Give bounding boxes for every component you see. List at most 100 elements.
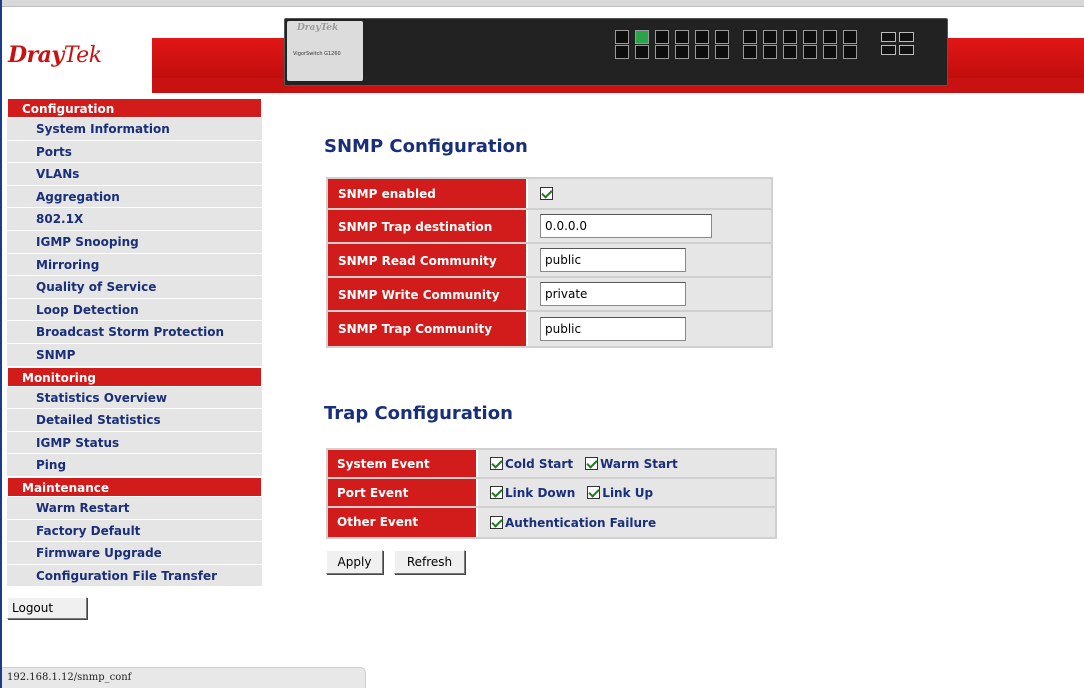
warm-start-label: Warm Start — [600, 456, 678, 471]
snmp-trap-community-cell — [528, 312, 771, 346]
switch-port-icon — [823, 30, 837, 44]
snmp-trap-destination-input[interactable] — [540, 214, 712, 238]
switch-brand-label: DrayTek — [297, 23, 339, 33]
snmp-trap-community-row: SNMP Trap Community — [328, 312, 771, 346]
cold-start-option[interactable]: Cold Start — [490, 457, 573, 471]
switch-port-icon — [615, 30, 629, 44]
switch-port-icon — [823, 45, 837, 59]
switch-port-icon — [803, 30, 817, 44]
link-up-label: Link Up — [602, 485, 654, 500]
sidebar-item-factory-default[interactable]: Factory Default — [7, 519, 262, 543]
link-up-checkbox[interactable] — [587, 486, 601, 499]
nav-section-maintenance: Maintenance — [7, 476, 262, 497]
apply-button[interactable]: Apply — [326, 550, 383, 574]
cold-start-checkbox[interactable] — [490, 457, 503, 470]
switch-brand-plate: DrayTek VigorSwitch G1260 — [287, 21, 363, 81]
snmp-trap-community-label: SNMP Trap Community — [328, 312, 528, 346]
snmp-write-community-input[interactable] — [540, 282, 686, 306]
snmp-read-community-label: SNMP Read Community — [328, 244, 528, 276]
cold-start-label: Cold Start — [505, 456, 574, 471]
port-event-cell: Link Down Link Up — [478, 479, 775, 506]
snmp-read-community-cell — [528, 244, 771, 276]
header: DrayTek VigorSwitch G1260 DrayTek VigorS… — [2, 8, 1084, 93]
switch-port-icon — [695, 45, 709, 59]
snmp-enabled-row: SNMP enabled — [328, 179, 771, 210]
sidebar-item-802-1x[interactable]: 802.1X — [7, 208, 262, 231]
sidebar-item-ports[interactable]: Ports — [7, 140, 262, 164]
sfp-port-icon — [881, 32, 896, 42]
snmp-trap-destination-row: SNMP Trap destination — [328, 210, 771, 244]
snmp-config-title: SNMP Configuration — [324, 136, 528, 157]
trap-config-table: System Event Cold Start Warm Start Port … — [326, 448, 777, 539]
warm-start-option[interactable]: Warm Start — [585, 457, 678, 471]
link-up-option[interactable]: Link Up — [587, 486, 653, 500]
nav-section-monitoring: Monitoring — [7, 366, 262, 387]
switch-port-icon — [843, 30, 857, 44]
switch-port-icon — [715, 30, 729, 44]
snmp-write-community-cell — [528, 278, 771, 310]
system-event-label: System Event — [328, 450, 478, 477]
link-down-label: Link Down — [505, 485, 576, 500]
auth-failure-option[interactable]: Authentication Failure — [490, 516, 656, 530]
sidebar-item-vlans[interactable]: VLANs — [7, 163, 262, 186]
snmp-trap-community-input[interactable] — [540, 317, 686, 341]
link-down-checkbox[interactable] — [490, 486, 503, 499]
sidebar-item-configuration-file-transfer[interactable]: Configuration File Transfer — [7, 564, 262, 588]
warm-start-checkbox[interactable] — [585, 457, 599, 470]
sidebar-item-firmware-upgrade[interactable]: Firmware Upgrade — [7, 542, 262, 565]
switch-port-icon — [675, 30, 689, 44]
other-event-cell: Authentication Failure — [478, 508, 775, 537]
switch-port-icon — [843, 45, 857, 59]
sidebar-nav: Configuration System Information Ports VLA… — [7, 98, 262, 588]
sidebar-item-quality-of-service[interactable]: Quality of Service — [7, 276, 262, 299]
switch-port-icon — [675, 45, 689, 59]
switch-port-icon — [783, 30, 797, 44]
switch-port-icon — [655, 45, 669, 59]
window-left-border — [0, 0, 2, 688]
switch-port-icon — [763, 45, 777, 59]
snmp-trap-destination-cell — [528, 210, 771, 242]
auth-failure-checkbox[interactable] — [490, 516, 503, 529]
sidebar-item-ping[interactable]: Ping — [7, 454, 262, 477]
snmp-enabled-checkbox[interactable] — [540, 187, 553, 200]
switch-port-icon — [615, 45, 629, 59]
other-event-row: Other Event Authentication Failure — [328, 508, 775, 537]
link-down-option[interactable]: Link Down — [490, 486, 575, 500]
refresh-button[interactable]: Refresh — [394, 550, 465, 574]
sidebar-item-warm-restart[interactable]: Warm Restart — [7, 496, 262, 520]
switch-port-icon — [803, 45, 817, 59]
switch-port-icon — [695, 30, 709, 44]
snmp-write-community-row: SNMP Write Community — [328, 278, 771, 312]
status-bar-url: 192.168.1.12/snmp_conf — [2, 667, 366, 688]
sfp-port-icon — [899, 45, 914, 55]
logout-button[interactable]: Logout — [7, 597, 87, 619]
sfp-port-icon — [881, 45, 896, 55]
switch-port-icon — [763, 30, 777, 44]
sidebar-item-loop-detection[interactable]: Loop Detection — [7, 298, 262, 322]
port-event-label: Port Event — [328, 479, 478, 506]
sidebar-item-system-information[interactable]: System Information — [7, 118, 262, 141]
switch-port-icon — [635, 45, 649, 59]
logo-block: DrayTek VigorSwitch G1260 — [2, 8, 152, 93]
sidebar-item-detailed-statistics[interactable]: Detailed Statistics — [7, 409, 262, 432]
sidebar-item-mirroring[interactable]: Mirroring — [7, 253, 262, 277]
sidebar-item-broadcast-storm-protection[interactable]: Broadcast Storm Protection — [7, 321, 262, 344]
port-event-row: Port Event Link Down Link Up — [328, 479, 775, 508]
snmp-write-community-label: SNMP Write Community — [328, 278, 528, 310]
nav-section-configuration: Configuration — [7, 98, 262, 118]
sidebar-item-igmp-status[interactable]: IGMP Status — [7, 431, 262, 455]
sfp-port-icon — [899, 32, 914, 42]
sidebar-item-aggregation[interactable]: Aggregation — [7, 185, 262, 209]
system-event-cell: Cold Start Warm Start — [478, 450, 775, 477]
snmp-config-table: SNMP enabled SNMP Trap destination SNMP … — [326, 177, 773, 348]
switch-front-panel-image: DrayTek VigorSwitch G1260 — [284, 18, 948, 86]
switch-port-icon — [715, 45, 729, 59]
sidebar-item-igmp-snooping[interactable]: IGMP Snooping — [7, 230, 262, 254]
system-event-row: System Event Cold Start Warm Start — [328, 450, 775, 479]
snmp-read-community-input[interactable] — [540, 248, 686, 272]
draytek-logo: DrayTek — [8, 42, 102, 68]
sidebar-item-snmp[interactable]: SNMP — [7, 343, 262, 367]
switch-port-icon — [783, 45, 797, 59]
snmp-read-community-row: SNMP Read Community — [328, 244, 771, 278]
sidebar-item-statistics-overview[interactable]: Statistics Overview — [7, 386, 262, 410]
